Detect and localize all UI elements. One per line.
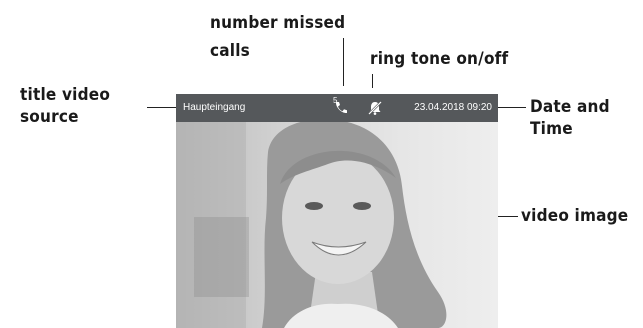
callout-missed-calls-line1: number missed — [210, 13, 346, 33]
monitor-screen: Haupteingang 5 23.04.2018 09:20 — [176, 94, 498, 328]
callout-datetime-line2: Time — [530, 119, 573, 139]
leader-line-missed-calls — [343, 38, 344, 86]
leader-line-title-source — [147, 107, 177, 108]
video-image-graphic — [176, 119, 447, 328]
callout-title-source-line2: source — [20, 107, 79, 127]
leader-line-datetime — [498, 107, 526, 108]
callout-datetime-line1: Date and — [530, 97, 610, 117]
callout-title-source-line1: title video — [20, 85, 111, 105]
video-source-title: Haupteingang — [183, 102, 246, 113]
callout-datetime: Date and Time — [530, 96, 610, 140]
leader-line-ringtone — [372, 74, 373, 88]
callout-missed-calls: number missed calls — [210, 12, 345, 62]
callout-title-source: title video source — [20, 84, 110, 128]
callout-missed-calls-line2: calls — [210, 41, 250, 61]
date-time-display: 23.04.2018 09:20 — [414, 102, 492, 113]
callout-ringtone: ring tone on/off — [370, 49, 509, 69]
video-image — [176, 119, 498, 328]
status-bar: Haupteingang 5 23.04.2018 09:20 — [176, 94, 498, 122]
callout-video: video image — [521, 206, 629, 226]
bell-muted-icon[interactable] — [366, 99, 384, 120]
phone-icon[interactable] — [332, 99, 350, 120]
